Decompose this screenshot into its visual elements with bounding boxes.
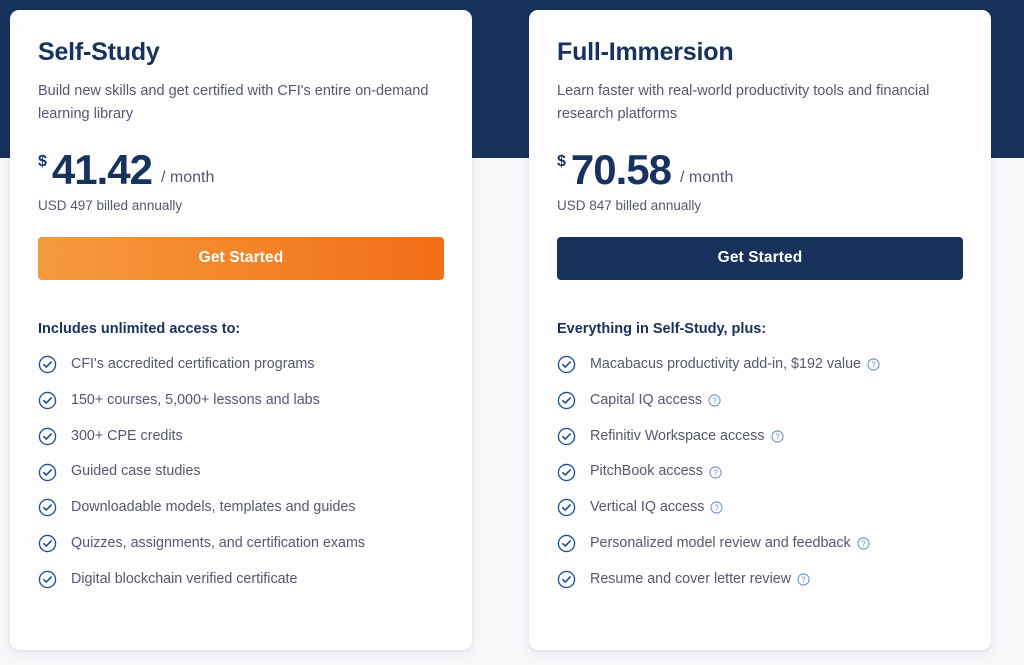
check-circle-icon	[38, 391, 57, 410]
svg-text:?: ?	[715, 504, 720, 513]
features-heading: Includes unlimited access to:	[38, 320, 241, 337]
svg-text:?: ?	[861, 540, 866, 549]
plan-title: Self-Study	[38, 38, 160, 66]
svg-text:?: ?	[871, 361, 876, 370]
plan-description: Build new skills and get certified with …	[38, 83, 429, 123]
plan-title: Full-Immersion	[557, 38, 734, 66]
list-item: 150+ courses, 5,000+ lessons and labs	[38, 391, 444, 410]
pricing-card-self-study: Self-Study Build new skills and get cert…	[10, 10, 472, 650]
svg-text:?: ?	[712, 396, 717, 405]
feature-text: 150+ courses, 5,000+ lessons and labs	[71, 391, 320, 408]
currency-symbol: $	[38, 152, 47, 170]
price-row: $ 70.58 / month	[557, 145, 963, 193]
check-circle-icon	[557, 534, 576, 553]
price-period: / month	[680, 168, 734, 186]
feature-text: Downloadable models, templates and guide…	[71, 499, 356, 516]
feature-label: 150+ courses, 5,000+ lessons and labs	[71, 391, 320, 410]
help-circle-icon[interactable]: ?	[867, 358, 880, 371]
feature-label: Resume and cover letter review ?	[590, 570, 810, 589]
list-item: Capital IQ access ?	[557, 391, 963, 410]
help-circle-icon[interactable]: ?	[770, 430, 784, 443]
feature-text: 300+ CPE credits	[71, 427, 183, 444]
features-list: CFI's accredited certification programs …	[38, 355, 444, 589]
feature-label: Downloadable models, templates and guide…	[71, 498, 356, 517]
list-item: Vertical IQ access ?	[557, 498, 963, 517]
feature-text: Digital blockchain verified certificate	[71, 570, 298, 587]
feature-label: Refinitiv Workspace access ?	[590, 427, 784, 446]
currency-symbol: $	[557, 152, 566, 170]
features-heading: Everything in Self-Study, plus:	[557, 320, 767, 337]
help-circle-icon[interactable]: ?	[709, 465, 722, 479]
get-started-button[interactable]: Get Started	[38, 236, 444, 280]
check-circle-icon	[38, 463, 57, 482]
check-circle-icon	[557, 427, 576, 446]
check-circle-icon	[557, 391, 576, 410]
feature-label: 300+ CPE credits	[71, 427, 183, 446]
feature-text: Macabacus productivity add-in, $192 valu…	[590, 355, 862, 372]
feature-label: Vertical IQ access ?	[590, 498, 724, 517]
help-circle-icon[interactable]: ?	[797, 573, 810, 586]
pricing-card-full-immersion: Full-Immersion Learn faster with real-wo…	[529, 10, 991, 650]
feature-label: CFI's accredited certification programs	[71, 355, 314, 374]
feature-text: Guided case studies	[71, 463, 201, 480]
feature-text: Refinitiv Workspace access	[590, 427, 765, 444]
feature-text: Vertical IQ access	[590, 499, 705, 516]
svg-text:?: ?	[801, 575, 806, 584]
check-circle-icon	[557, 498, 576, 517]
help-circle-icon[interactable]: ?	[708, 394, 721, 407]
list-item: Refinitiv Workspace access ?	[557, 427, 963, 446]
check-circle-icon	[38, 427, 57, 446]
feature-text: Personalized model review and feedback	[590, 534, 851, 551]
list-item: Personalized model review and feedback ?	[557, 534, 963, 553]
price-period: / month	[161, 168, 215, 186]
list-item: Downloadable models, templates and guide…	[38, 498, 444, 517]
feature-label: Guided case studies	[71, 462, 201, 481]
check-circle-icon	[38, 534, 57, 553]
feature-label: Quizzes, assignments, and certification …	[71, 534, 365, 553]
check-circle-icon	[557, 570, 576, 589]
list-item: Quizzes, assignments, and certification …	[38, 534, 444, 553]
feature-label: PitchBook access ?	[590, 462, 722, 481]
list-item: Macabacus productivity add-in, $192 valu…	[557, 355, 963, 374]
help-circle-icon[interactable]: ?	[857, 537, 870, 550]
pricing-page: Self-Study Build new skills and get cert…	[0, 0, 1024, 665]
billing-note: USD 497 billed annually	[38, 197, 183, 213]
price-amount: 70.58	[570, 145, 672, 193]
list-item: Resume and cover letter review ?	[557, 570, 963, 589]
check-circle-icon	[557, 355, 576, 374]
feature-text: CFI's accredited certification programs	[71, 355, 315, 372]
features-list: Macabacus productivity add-in, $192 valu…	[557, 355, 963, 589]
price-row: $ 41.42 / month	[38, 145, 444, 193]
billing-note: USD 847 billed annually	[557, 197, 702, 213]
svg-text:?: ?	[775, 432, 780, 441]
list-item: PitchBook access ?	[557, 462, 963, 481]
list-item: 300+ CPE credits	[38, 427, 444, 446]
svg-text:?: ?	[713, 468, 718, 477]
list-item: Digital blockchain verified certificate	[38, 570, 444, 589]
feature-text: Resume and cover letter review	[590, 570, 792, 587]
check-circle-icon	[38, 570, 57, 589]
feature-label: Digital blockchain verified certificate	[71, 570, 297, 589]
feature-text: Quizzes, assignments, and certification …	[71, 534, 366, 551]
check-circle-icon	[557, 463, 576, 482]
feature-label: Capital IQ access ?	[590, 391, 721, 410]
feature-label: Macabacus productivity add-in, $192 valu…	[590, 355, 880, 374]
feature-text: Capital IQ access	[590, 391, 703, 408]
list-item: CFI's accredited certification programs	[38, 355, 444, 374]
price-amount: 41.42	[51, 145, 153, 193]
feature-label: Personalized model review and feedback ?	[590, 534, 870, 553]
check-circle-icon	[38, 498, 57, 517]
check-circle-icon	[38, 355, 57, 374]
help-circle-icon[interactable]: ?	[710, 501, 724, 514]
get-started-button[interactable]: Get Started	[557, 236, 963, 280]
plan-description: Learn faster with real-world productivit…	[557, 83, 930, 123]
list-item: Guided case studies	[38, 462, 444, 481]
feature-text: PitchBook access	[590, 463, 703, 480]
